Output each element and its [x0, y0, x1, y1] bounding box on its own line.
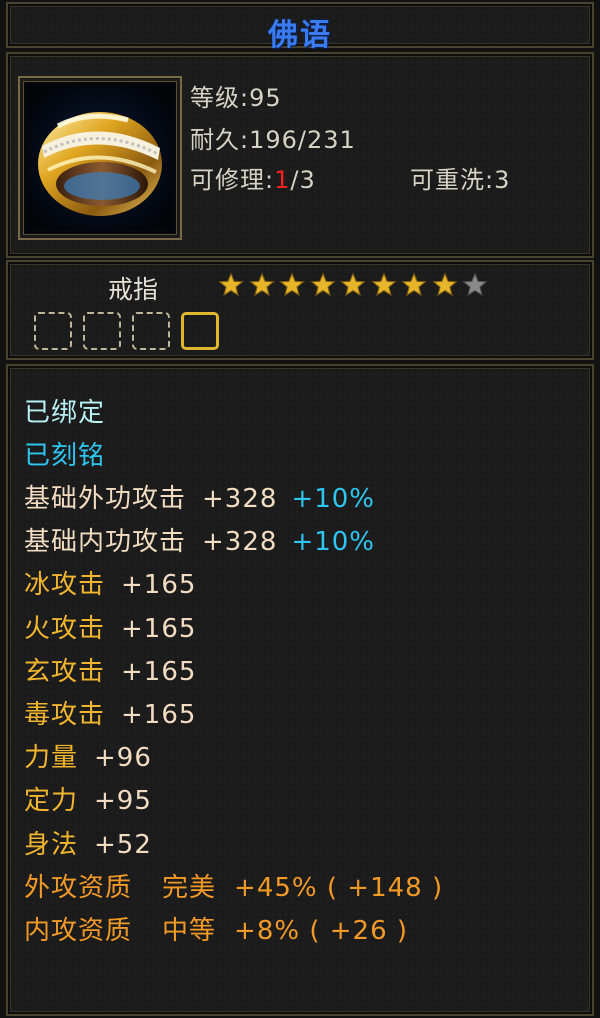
attribute-value: +95 [94, 786, 152, 817]
attribute-line: 冰攻击 +165 [24, 564, 196, 601]
quality-label: 外攻资质 [24, 872, 133, 903]
attribute-label: 冰攻击 [24, 570, 106, 601]
socket-empty[interactable] [132, 312, 170, 350]
bound-status: 已绑定 [24, 398, 106, 428]
level-stat: 等级:95 [190, 78, 282, 113]
attribute-value: +165 [121, 570, 197, 601]
durability-value: 196/231 [249, 126, 356, 154]
attribute-value: +165 [121, 700, 197, 730]
attribute-line: 玄攻击 +165 [24, 651, 196, 688]
attribute-label: 毒攻击 [24, 700, 106, 730]
item-icon-frame [18, 76, 182, 240]
quality-label: 内攻资质 [24, 916, 133, 946]
attribute-line: 基础外功攻击 +328 +10% [24, 478, 375, 515]
attribute-label: 力量 [24, 743, 79, 774]
star-filled-icon [340, 272, 366, 297]
attribute-value: +328 [202, 527, 278, 558]
attribute-line: 火攻击 +165 [24, 608, 196, 645]
attribute-label: 定力 [24, 786, 79, 817]
quality-grade: 完美 [162, 872, 217, 903]
attribute-line: 身法 +52 [24, 824, 152, 861]
attribute-line: 定力 +95 [24, 780, 152, 817]
rewash-label: 可重洗: [410, 166, 495, 194]
attribute-label: 火攻击 [24, 613, 106, 644]
star-filled-icon [401, 272, 427, 297]
quality-line: 内攻资质 中等 +8% ( +26 ) [24, 910, 408, 947]
star-filled-icon [279, 272, 305, 297]
quality-value: +8% ( +26 ) [234, 916, 409, 946]
attribute-bonus: +10% [291, 527, 376, 558]
repair-total: /3 [290, 166, 316, 194]
quality-line: 外攻资质 完美 +45% ( +148 ) [24, 867, 443, 904]
rewash-value: 3 [494, 166, 511, 194]
attribute-label: 基础内功攻击 [24, 527, 187, 558]
quality-value: +45% ( +148 ) [234, 872, 444, 903]
star-filled-icon [370, 272, 397, 297]
durability-stat: 耐久:196/231 [190, 120, 356, 155]
star-filled-icon [431, 272, 458, 297]
repair-used: 1 [274, 166, 291, 194]
rewash-stat: 可重洗:3 [410, 160, 510, 195]
attribute-value: +165 [121, 613, 197, 644]
repair-label: 可修理: [190, 166, 275, 194]
engraved-status: 已刻铭 [24, 441, 106, 471]
repair-stat: 可修理:1/3 [190, 160, 316, 195]
gold-ring-icon [28, 86, 172, 230]
attribute-value: +96 [94, 743, 152, 774]
attribute-line: 基础内功攻击 +328 +10% [24, 521, 375, 558]
level-value: 95 [249, 84, 282, 112]
star-filled-icon [309, 272, 336, 297]
quality-grade: 中等 [162, 916, 217, 946]
item-name: 佛语 [268, 18, 332, 53]
title-bar: 佛语 [6, 2, 594, 53]
star-filled-icon [248, 272, 275, 297]
socket-empty[interactable] [34, 312, 72, 350]
attribute-line: 毒攻击 +165 [24, 694, 196, 731]
attribute-line: 力量 +96 [24, 737, 152, 774]
attribute-label: 身法 [24, 829, 79, 860]
item-type: 戒指 [108, 275, 159, 304]
attribute-value: +52 [94, 829, 152, 860]
attribute-bonus: +10% [291, 484, 376, 514]
socket-filled[interactable] [181, 312, 219, 350]
item-tooltip: 佛语 等级:95 耐久:196/231 可修理:1/3 可重洗:3 戒指 已绑定… [0, 0, 600, 1018]
attribute-value: +328 [202, 484, 278, 514]
attribute-value: +165 [121, 656, 197, 687]
socket-empty[interactable] [83, 312, 121, 350]
star-empty-icon [462, 272, 488, 297]
star-filled-icon [218, 272, 244, 297]
level-label: 等级: [190, 84, 250, 112]
attribute-label: 玄攻击 [24, 656, 106, 687]
durability-label: 耐久: [190, 126, 250, 154]
attribute-label: 基础外功攻击 [24, 484, 187, 514]
